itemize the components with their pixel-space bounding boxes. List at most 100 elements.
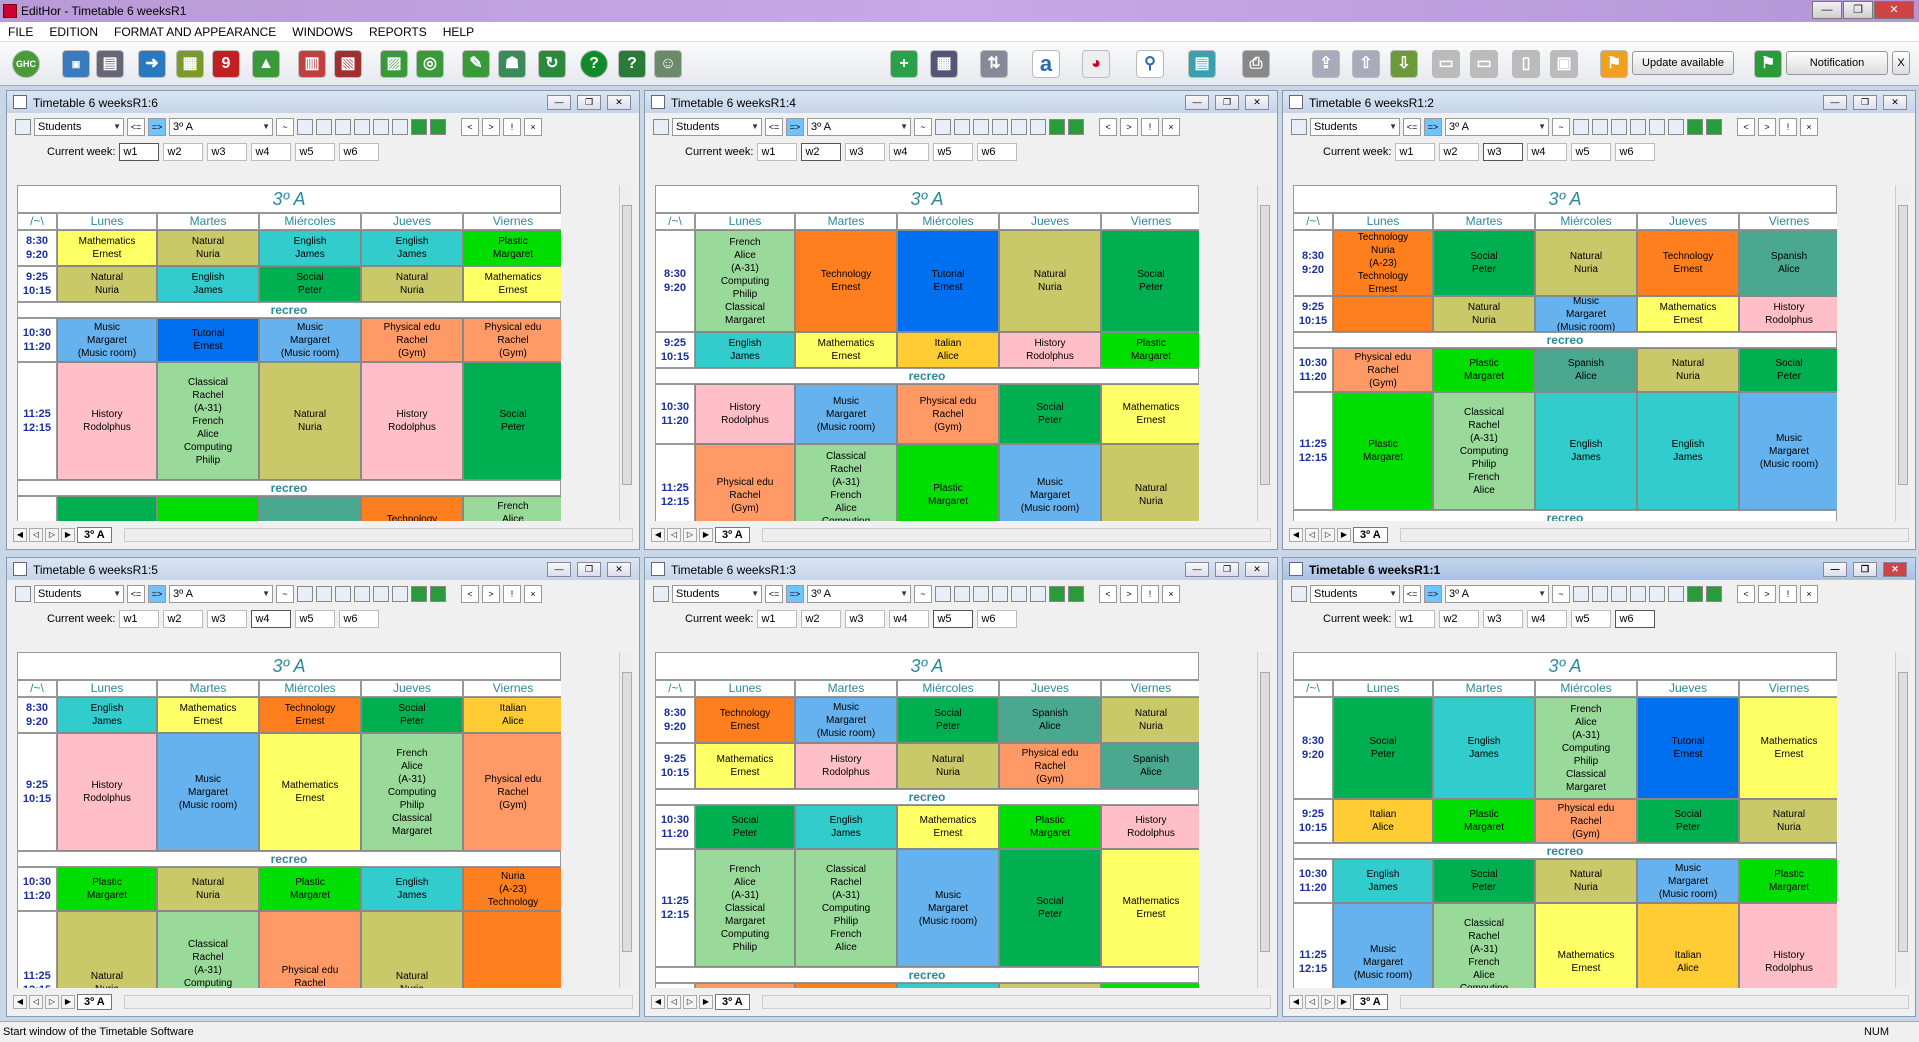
layout-3-icon[interactable] bbox=[973, 119, 989, 135]
lesson-cell[interactable]: Technology Nuria bbox=[361, 496, 463, 521]
cancel-icon[interactable]: × bbox=[1800, 118, 1818, 136]
layout-3-icon[interactable] bbox=[335, 586, 351, 602]
lesson-cell[interactable]: English James bbox=[1333, 859, 1433, 903]
layout-1-icon[interactable] bbox=[935, 586, 951, 602]
lesson-cell[interactable]: Mathematics Ernest bbox=[1101, 849, 1199, 967]
lesson-cell[interactable]: Social Peter bbox=[463, 362, 561, 480]
week-tab[interactable]: w2 bbox=[163, 610, 204, 628]
lesson-cell[interactable]: Natural Nuria bbox=[57, 266, 157, 302]
horizontal-scrollbar[interactable] bbox=[761, 994, 1271, 1009]
lesson-cell[interactable]: Physical edu Rachel (Gym) bbox=[999, 743, 1101, 789]
lesson-cell[interactable]: Technology Nuria (A-23) bbox=[795, 983, 897, 988]
window-minimize-button[interactable]: — bbox=[1823, 95, 1847, 110]
lesson-cell[interactable]: Social Peter bbox=[1739, 348, 1837, 392]
tab-first-icon[interactable]: ◀ bbox=[13, 994, 27, 1009]
week-tab[interactable]: w1 bbox=[119, 143, 160, 161]
page-icon[interactable] bbox=[1291, 586, 1307, 602]
save-icon[interactable]: ▤ bbox=[96, 50, 124, 78]
timetable-window[interactable]: Timetable 6 weeksR1:3—❐✕Students<==>3º A… bbox=[644, 557, 1278, 1017]
vertical-scrollbar[interactable] bbox=[1895, 185, 1909, 521]
warning-icon[interactable]: ! bbox=[1141, 118, 1159, 136]
tool-icon[interactable]: ✎ bbox=[462, 50, 490, 78]
lesson-cell[interactable]: Technology Ernest bbox=[259, 697, 361, 733]
lesson-cell[interactable]: History Rodolphus bbox=[1101, 805, 1199, 849]
lesson-cell[interactable]: English James bbox=[897, 983, 999, 988]
layout-1-icon[interactable] bbox=[297, 586, 313, 602]
lesson-cell[interactable]: Plastic Margaret bbox=[463, 230, 561, 266]
lesson-cell[interactable]: Classical Rachel (A-31) Computing Philip… bbox=[157, 911, 259, 988]
window-close-button[interactable]: ✕ bbox=[1883, 95, 1907, 110]
lesson-cell[interactable]: Music Margaret (Music room) bbox=[795, 697, 897, 743]
scroll-thumb[interactable] bbox=[1260, 205, 1270, 485]
group-select[interactable]: 3º A bbox=[169, 118, 273, 136]
group-select[interactable]: 3º A bbox=[807, 118, 911, 136]
add-icon[interactable]: + bbox=[890, 50, 918, 78]
folder-icon[interactable]: ▦ bbox=[176, 50, 204, 78]
timetable-window[interactable]: Timetable 6 weeksR1:6—❐✕Students<==>3º A… bbox=[6, 90, 640, 550]
lesson-cell[interactable]: French Alice (A-31) Computing bbox=[463, 496, 561, 521]
week-tab[interactable]: w3 bbox=[207, 610, 248, 628]
horizontal-scrollbar[interactable] bbox=[123, 527, 633, 542]
lesson-cell[interactable]: Natural Nuria bbox=[1433, 296, 1535, 332]
lesson-cell[interactable]: Mathematics Ernest bbox=[897, 805, 999, 849]
lesson-cell[interactable]: History Rodolphus bbox=[57, 733, 157, 851]
cancel-icon[interactable]: × bbox=[524, 585, 542, 603]
users-icon[interactable] bbox=[1011, 119, 1027, 135]
color-icon[interactable]: ◕ bbox=[1082, 50, 1110, 78]
lesson-cell[interactable]: Physical edu Rachel (Gym) bbox=[897, 384, 999, 444]
green-1-icon[interactable] bbox=[411, 586, 427, 602]
week-tab[interactable]: w6 bbox=[1615, 143, 1656, 161]
warning-icon[interactable]: ! bbox=[1779, 118, 1797, 136]
lesson-cell[interactable]: Natural Nuria bbox=[1637, 348, 1739, 392]
previous-button[interactable]: <= bbox=[127, 585, 145, 603]
lesson-cell[interactable]: English James bbox=[795, 805, 897, 849]
lesson-cell[interactable]: Plastic bbox=[157, 496, 259, 521]
week-tab[interactable]: w3 bbox=[1483, 143, 1524, 161]
scroll-thumb[interactable] bbox=[622, 672, 632, 952]
lesson-cell[interactable]: English James bbox=[695, 332, 795, 368]
lesson-cell[interactable]: Technology Ernest bbox=[1637, 230, 1739, 296]
lesson-cell[interactable]: Natural Nuria bbox=[157, 867, 259, 911]
group-select[interactable]: 3º A bbox=[169, 585, 273, 603]
menu-file[interactable]: FILE bbox=[0, 25, 41, 39]
forward-nav-icon[interactable]: > bbox=[482, 585, 500, 603]
lesson-cell[interactable]: Music Margaret (Music room) bbox=[897, 849, 999, 967]
ghc-icon[interactable]: GHC bbox=[12, 50, 40, 78]
horizontal-scrollbar[interactable] bbox=[761, 527, 1271, 542]
week-tab[interactable]: w1 bbox=[1395, 143, 1436, 161]
lesson-cell[interactable]: English James bbox=[157, 266, 259, 302]
week-tab[interactable]: w6 bbox=[339, 610, 380, 628]
window-title-bar[interactable]: Timetable 6 weeksR1:6 — ❐ ✕ bbox=[7, 91, 639, 113]
view-type-select[interactable]: Students bbox=[672, 585, 762, 603]
lesson-cell[interactable]: French Alice (A-31) Computing Philip Cla… bbox=[1535, 697, 1637, 799]
week-tab[interactable]: w2 bbox=[163, 143, 204, 161]
next-button[interactable]: => bbox=[1424, 118, 1442, 136]
font-icon[interactable]: a bbox=[1032, 50, 1060, 78]
tab-first-icon[interactable]: ◀ bbox=[1289, 994, 1303, 1009]
tab-first-icon[interactable]: ◀ bbox=[651, 994, 665, 1009]
lesson-cell[interactable]: Music Margaret (Music room) bbox=[57, 318, 157, 362]
lesson-cell[interactable]: Italian Alice bbox=[897, 332, 999, 368]
lesson-cell[interactable]: Italian Alice bbox=[1333, 799, 1433, 843]
week-tab[interactable]: w2 bbox=[801, 610, 842, 628]
lesson-cell[interactable]: Technology Nuria (A-23) Technology Ernes… bbox=[463, 867, 561, 911]
settings-doc-icon[interactable]: ◎ bbox=[416, 50, 444, 78]
horizontal-scrollbar[interactable] bbox=[1399, 527, 1909, 542]
lesson-cell[interactable]: Music Margaret (Music room) bbox=[157, 733, 259, 851]
tilde-button[interactable]: ~ bbox=[276, 118, 294, 136]
users-icon[interactable] bbox=[373, 119, 389, 135]
lesson-cell[interactable]: Music Margaret (Music room) bbox=[1739, 392, 1837, 510]
sheet-tab[interactable]: 3º A bbox=[715, 993, 750, 1010]
layout-4-icon[interactable] bbox=[1630, 119, 1646, 135]
timetable-window[interactable]: Timetable 6 weeksR1:2—❐✕Students<==>3º A… bbox=[1282, 90, 1916, 550]
lesson-cell[interactable]: Mathematics Ernest bbox=[157, 697, 259, 733]
lesson-cell[interactable]: Mathematics Ernest bbox=[695, 743, 795, 789]
lesson-cell[interactable]: Music Margaret (Music room) bbox=[795, 384, 897, 444]
lesson-cell[interactable]: English James bbox=[1535, 392, 1637, 510]
lesson-cell[interactable]: Mathematics Ernest bbox=[463, 266, 561, 302]
week-tab[interactable]: w5 bbox=[933, 610, 974, 628]
refresh-icon[interactable]: ↻ bbox=[538, 50, 566, 78]
lesson-cell[interactable]: Plastic Margaret bbox=[1333, 392, 1433, 510]
week-tab[interactable]: w4 bbox=[889, 610, 930, 628]
lesson-cell[interactable]: Plastic Margaret bbox=[999, 805, 1101, 849]
